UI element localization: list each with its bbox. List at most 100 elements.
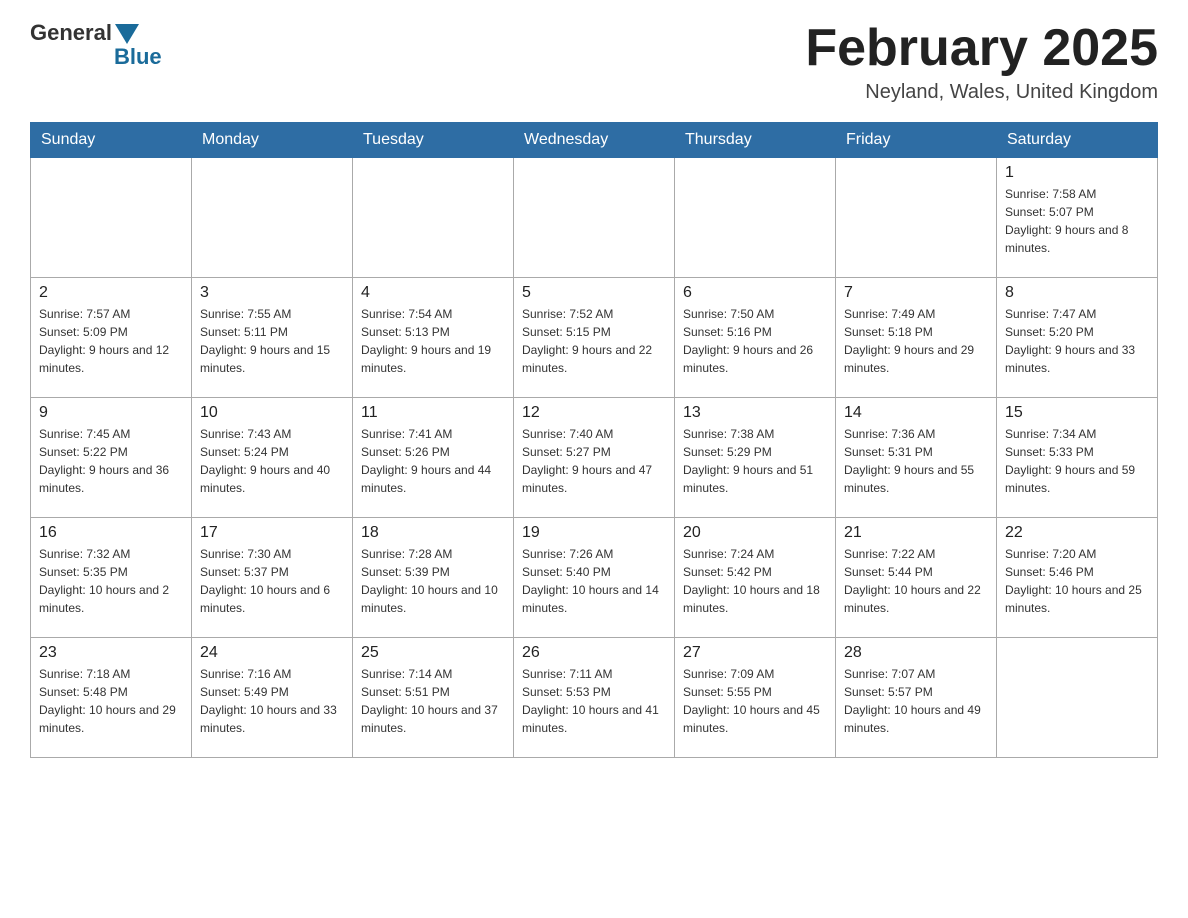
calendar-cell: 16Sunrise: 7:32 AM Sunset: 5:35 PM Dayli… [31, 518, 192, 638]
day-info: Sunrise: 7:55 AM Sunset: 5:11 PM Dayligh… [200, 305, 344, 377]
calendar-cell: 13 Sunrise: 7:38 AM Sunset: 5:29 PM Dayli… [675, 398, 836, 518]
calendar-cell: 3 Sunrise: 7:55 AM Sunset: 5:11 PM Daylig… [192, 278, 353, 398]
location-subtitle: Neyland, Wales, United Kingdom [805, 81, 1158, 104]
calendar-cell: 6 Sunrise: 7:50 AM Sunset: 5:16 PM Daylig… [675, 278, 836, 398]
day-number: 8 [1005, 284, 1149, 302]
calendar-week-3: 9 Sunrise: 7:45 AM Sunset: 5:22 PM Daylig… [31, 398, 1158, 518]
day-info: Sunrise: 7:09 AM Sunset: 5:55 PM Dayligh… [683, 665, 827, 737]
calendar-cell: 19 Sunrise: 7:26 AM Sunset: 5:40 PM Dayli… [514, 518, 675, 638]
calendar-cell: 1 Sunrise: 7:58 AM Sunset: 5:07 PM Daylig… [997, 158, 1158, 278]
calendar-cell: 24 Sunrise: 7:16 AM Sunset: 5:49 PM Dayli… [192, 638, 353, 758]
calendar-week-2: 2 Sunrise: 7:57 AM Sunset: 5:09 PM Daylig… [31, 278, 1158, 398]
day-number: 9 [39, 404, 183, 422]
calendar-cell [353, 158, 514, 278]
calendar-cell: 18 Sunrise: 7:28 AM Sunset: 5:39 PM Dayli… [353, 518, 514, 638]
day-info: Sunrise: 7:34 AM Sunset: 5:33 PM Dayligh… [1005, 425, 1149, 497]
calendar-week-1: 1 Sunrise: 7:58 AM Sunset: 5:07 PM Daylig… [31, 158, 1158, 278]
day-info: Sunrise: 7:38 AM Sunset: 5:29 PM Dayligh… [683, 425, 827, 497]
day-info: Sunrise: 7:11 AM Sunset: 5:53 PM Dayligh… [522, 665, 666, 737]
day-info: Sunrise: 7:07 AM Sunset: 5:57 PM Dayligh… [844, 665, 988, 737]
calendar-cell: 10Sunrise: 7:43 AM Sunset: 5:24 PM Dayli… [192, 398, 353, 518]
calendar-cell: 2 Sunrise: 7:57 AM Sunset: 5:09 PM Daylig… [31, 278, 192, 398]
logo-triangle-icon [115, 24, 139, 44]
day-info: Sunrise: 7:57 AM Sunset: 5:09 PM Dayligh… [39, 305, 183, 377]
day-info: Sunrise: 7:26 AM Sunset: 5:40 PM Dayligh… [522, 545, 666, 617]
day-info: Sunrise: 7:28 AM Sunset: 5:39 PM Dayligh… [361, 545, 505, 617]
day-number: 27 [683, 644, 827, 662]
weekday-header-thursday: Thursday [675, 123, 836, 158]
day-number: 5 [522, 284, 666, 302]
day-info: Sunrise: 7:20 AM Sunset: 5:46 PM Dayligh… [1005, 545, 1149, 617]
weekday-header-sunday: Sunday [31, 123, 192, 158]
calendar-cell: 27 Sunrise: 7:09 AM Sunset: 5:55 PM Dayli… [675, 638, 836, 758]
day-info: Sunrise: 7:24 AM Sunset: 5:42 PM Dayligh… [683, 545, 827, 617]
day-number: 19 [522, 524, 666, 542]
day-number: 3 [200, 284, 344, 302]
day-info: Sunrise: 7:16 AM Sunset: 5:49 PM Dayligh… [200, 665, 344, 737]
day-number: 28 [844, 644, 988, 662]
weekday-header-tuesday: Tuesday [353, 123, 514, 158]
logo: General General Blue [30, 20, 162, 70]
day-info: Sunrise: 7:50 AM Sunset: 5:16 PM Dayligh… [683, 305, 827, 377]
weekday-header-monday: Monday [192, 123, 353, 158]
calendar-cell: 21 Sunrise: 7:22 AM Sunset: 5:44 PM Dayli… [836, 518, 997, 638]
day-info: Sunrise: 7:36 AM Sunset: 5:31 PM Dayligh… [844, 425, 988, 497]
calendar-body: 1 Sunrise: 7:58 AM Sunset: 5:07 PM Daylig… [31, 158, 1158, 758]
calendar-cell: 11 Sunrise: 7:41 AM Sunset: 5:26 PM Dayli… [353, 398, 514, 518]
calendar-cell: 4 Sunrise: 7:54 AM Sunset: 5:13 PM Daylig… [353, 278, 514, 398]
day-number: 7 [844, 284, 988, 302]
day-info: Sunrise: 7:30 AM Sunset: 5:37 PM Dayligh… [200, 545, 344, 617]
weekday-header-wednesday: Wednesday [514, 123, 675, 158]
calendar-cell: 5 Sunrise: 7:52 AM Sunset: 5:15 PM Daylig… [514, 278, 675, 398]
day-number: 1 [1005, 164, 1149, 182]
day-number: 6 [683, 284, 827, 302]
day-number: 21 [844, 524, 988, 542]
day-info: Sunrise: 7:52 AM Sunset: 5:15 PM Dayligh… [522, 305, 666, 377]
weekday-header-row: SundayMondayTuesdayWednesdayThursdayFrid… [31, 123, 1158, 158]
day-number: 26 [522, 644, 666, 662]
page-header: General General Blue February 2025 Neyla… [30, 20, 1158, 104]
day-info: Sunrise: 7:41 AM Sunset: 5:26 PM Dayligh… [361, 425, 505, 497]
calendar-cell: 14 Sunrise: 7:36 AM Sunset: 5:31 PM Dayli… [836, 398, 997, 518]
calendar-cell [192, 158, 353, 278]
day-number: 22 [1005, 524, 1149, 542]
day-number: 2 [39, 284, 183, 302]
day-number: 4 [361, 284, 505, 302]
calendar-cell: 22 Sunrise: 7:20 AM Sunset: 5:46 PM Dayli… [997, 518, 1158, 638]
calendar-cell [31, 158, 192, 278]
day-info: Sunrise: 7:58 AM Sunset: 5:07 PM Dayligh… [1005, 185, 1149, 257]
day-number: 11 [361, 404, 505, 422]
title-area: February 2025 Neyland, Wales, United Kin… [805, 20, 1158, 104]
day-number: 13 [683, 404, 827, 422]
calendar-cell [836, 158, 997, 278]
calendar-cell: 26 Sunrise: 7:11 AM Sunset: 5:53 PM Dayli… [514, 638, 675, 758]
calendar-cell: 20 Sunrise: 7:24 AM Sunset: 5:42 PM Dayli… [675, 518, 836, 638]
day-number: 16 [39, 524, 183, 542]
calendar-week-5: 23Sunrise: 7:18 AM Sunset: 5:48 PM Dayli… [31, 638, 1158, 758]
day-info: Sunrise: 7:18 AM Sunset: 5:48 PM Dayligh… [39, 665, 183, 737]
day-info: Sunrise: 7:47 AM Sunset: 5:20 PM Dayligh… [1005, 305, 1149, 377]
calendar-cell: 12Sunrise: 7:40 AM Sunset: 5:27 PM Dayli… [514, 398, 675, 518]
day-info: Sunrise: 7:40 AM Sunset: 5:27 PM Dayligh… [522, 425, 666, 497]
day-info: Sunrise: 7:45 AM Sunset: 5:22 PM Dayligh… [39, 425, 183, 497]
day-number: 15 [1005, 404, 1149, 422]
calendar-week-4: 16Sunrise: 7:32 AM Sunset: 5:35 PM Dayli… [31, 518, 1158, 638]
day-number: 10 [200, 404, 344, 422]
logo-general-text: General [30, 20, 112, 46]
calendar-cell: 25Sunrise: 7:14 AM Sunset: 5:51 PM Dayli… [353, 638, 514, 758]
calendar-cell: 15 Sunrise: 7:34 AM Sunset: 5:33 PM Dayli… [997, 398, 1158, 518]
day-number: 18 [361, 524, 505, 542]
calendar-cell: 8 Sunrise: 7:47 AM Sunset: 5:20 PM Daylig… [997, 278, 1158, 398]
calendar-cell [514, 158, 675, 278]
calendar-table: SundayMondayTuesdayWednesdayThursdayFrid… [30, 122, 1158, 758]
calendar-cell: 23Sunrise: 7:18 AM Sunset: 5:48 PM Dayli… [31, 638, 192, 758]
day-number: 14 [844, 404, 988, 422]
day-info: Sunrise: 7:22 AM Sunset: 5:44 PM Dayligh… [844, 545, 988, 617]
day-number: 25 [361, 644, 505, 662]
day-number: 24 [200, 644, 344, 662]
day-info: Sunrise: 7:54 AM Sunset: 5:13 PM Dayligh… [361, 305, 505, 377]
month-title: February 2025 [805, 20, 1158, 77]
day-info: Sunrise: 7:49 AM Sunset: 5:18 PM Dayligh… [844, 305, 988, 377]
day-number: 20 [683, 524, 827, 542]
weekday-header-friday: Friday [836, 123, 997, 158]
